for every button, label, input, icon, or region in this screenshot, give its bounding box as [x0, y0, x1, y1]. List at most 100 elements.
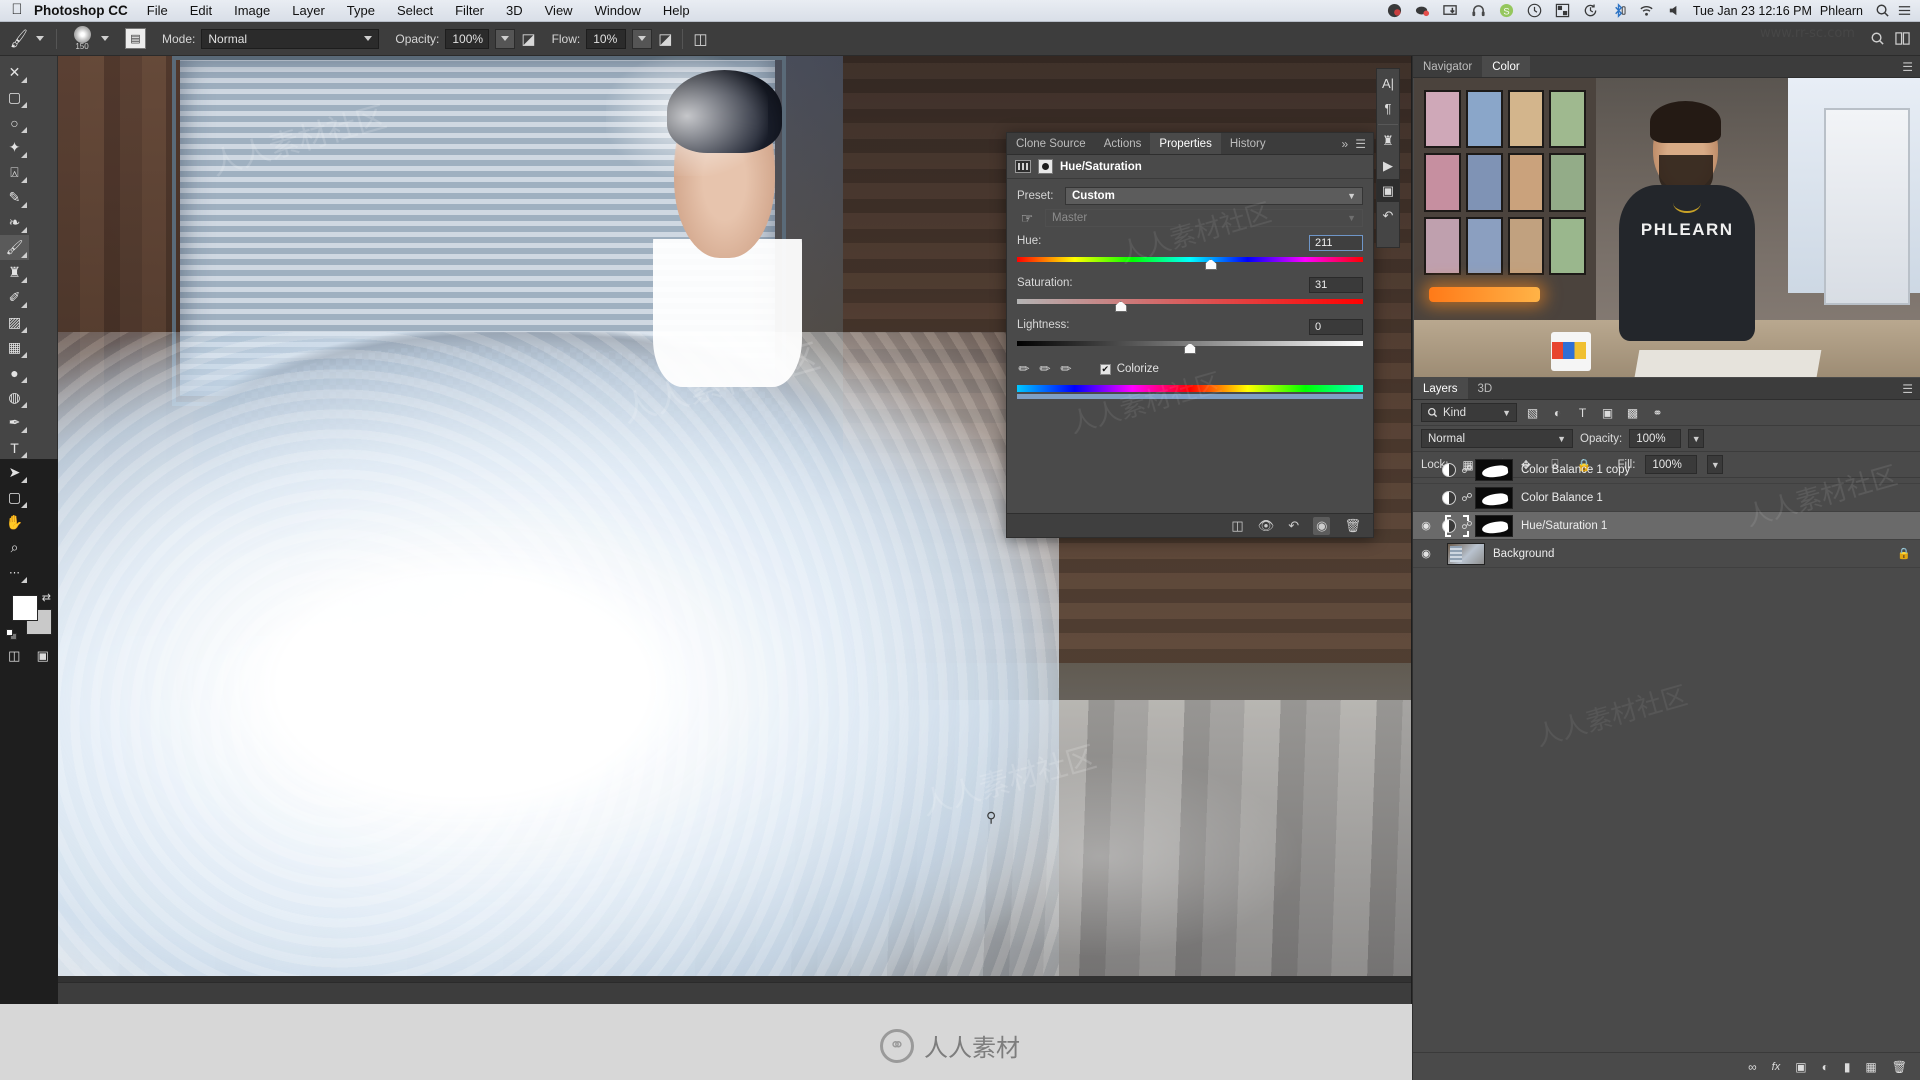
clone-stamp-tool[interactable]: ♜: [0, 260, 29, 285]
list-icon[interactable]: [1897, 3, 1912, 18]
table-row[interactable]: ◉ ☍ Hue/Saturation 1: [1413, 512, 1920, 540]
layer-name[interactable]: Color Balance 1: [1521, 492, 1603, 504]
tool-preset-group[interactable]: 🖌: [0, 28, 52, 50]
toggle-visibility-icon[interactable]: ◉: [1313, 516, 1331, 535]
layer-thumbnail[interactable]: [1447, 542, 1485, 565]
quick-mask-icon[interactable]: ◫: [2, 647, 26, 665]
link-layers-icon[interactable]: ∞: [1748, 1060, 1757, 1074]
reset-icon[interactable]: ↶: [1288, 518, 1299, 534]
color-spectrum-bar[interactable]: [1017, 385, 1363, 392]
eraser-tool[interactable]: ▨: [0, 310, 29, 335]
path-selection-tool[interactable]: ➤: [0, 460, 29, 485]
healing-brush-tool[interactable]: ❧: [0, 210, 29, 235]
menubar-clock[interactable]: Tue Jan 23 12:16 PM: [1690, 4, 1815, 18]
channel-select[interactable]: Master ▼: [1045, 209, 1363, 227]
mode-select[interactable]: Normal: [201, 28, 380, 49]
menu-image[interactable]: Image: [223, 3, 281, 18]
brush-tool[interactable]: 🖌: [0, 235, 29, 260]
filter-pixel-icon[interactable]: ▧: [1523, 403, 1542, 422]
character-panel-icon[interactable]: A|: [1377, 72, 1399, 95]
properties-panel-icon[interactable]: ▣: [1377, 179, 1399, 202]
layer-filter-kind-select[interactable]: Kind ▼: [1421, 403, 1517, 422]
layer-locked-icon[interactable]: 🔒: [1897, 547, 1920, 560]
menu-3d[interactable]: 3D: [495, 3, 534, 18]
timeline-panel-icon[interactable]: ▶: [1377, 154, 1399, 177]
layer-style-icon[interactable]: fx: [1772, 1061, 1781, 1073]
table-row[interactable]: ☍ Color Balance 1 copy: [1413, 456, 1920, 484]
menu-layer[interactable]: Layer: [281, 3, 336, 18]
filter-adjustment-icon[interactable]: ◐: [1548, 403, 1567, 422]
eyedropper-subtract-icon[interactable]: ✎: [1057, 359, 1076, 378]
blend-mode-select[interactable]: Normal ▼: [1421, 429, 1573, 448]
colorize-checkbox-wrap[interactable]: ✔ Colorize: [1099, 363, 1159, 375]
airbrush-icon[interactable]: ◪: [658, 30, 672, 48]
paragraph-panel-icon[interactable]: ¶: [1377, 97, 1399, 120]
hue-slider[interactable]: [1017, 256, 1363, 270]
adjustment-preset-icon[interactable]: [1015, 160, 1031, 173]
layer-mask-thumbnail[interactable]: [1475, 458, 1513, 481]
panel-menu-icon[interactable]: ☰: [1902, 378, 1920, 399]
lasso-tool[interactable]: ○: [0, 110, 29, 135]
preset-select[interactable]: Custom ▼: [1065, 187, 1363, 205]
marquee-tool[interactable]: ▢: [0, 85, 29, 110]
lightness-input[interactable]: 0: [1309, 319, 1363, 335]
apple-menu-icon[interactable]: : [0, 1, 34, 20]
menu-view[interactable]: View: [534, 3, 584, 18]
history-panel-icon[interactable]: ↶: [1377, 204, 1399, 227]
brush-preset-group[interactable]: 150: [61, 25, 117, 52]
skype-icon[interactable]: S: [1499, 3, 1514, 18]
dodge-tool[interactable]: ◍: [0, 385, 29, 410]
table-row[interactable]: ☍ Color Balance 1: [1413, 484, 1920, 512]
default-colors-icon[interactable]: [6, 629, 18, 641]
tab-history[interactable]: History: [1221, 133, 1275, 154]
lightness-slider[interactable]: [1017, 340, 1363, 354]
panel-menu-icon[interactable]: ☰: [1355, 137, 1366, 151]
eyedropper-icon[interactable]: ✎: [1015, 359, 1034, 378]
saturation-input[interactable]: 31: [1309, 277, 1363, 293]
clock-icon[interactable]: [1527, 3, 1542, 18]
flow-dropdown[interactable]: [632, 28, 653, 49]
layer-mask-thumbnail[interactable]: [1475, 514, 1513, 537]
colorize-checkbox[interactable]: ✔: [1099, 363, 1111, 375]
tab-3d[interactable]: 3D: [1468, 378, 1503, 399]
zoom-tool[interactable]: ⌕: [0, 535, 29, 560]
timemachine-icon[interactable]: [1583, 3, 1598, 18]
opacity-input[interactable]: 100%: [445, 28, 490, 49]
history-brush-tool[interactable]: ✐: [0, 285, 29, 310]
chevron-down-icon[interactable]: [36, 36, 44, 41]
chevron-down-icon[interactable]: [101, 36, 109, 41]
clone-source-panel-icon[interactable]: ♜: [1377, 129, 1399, 152]
menu-edit[interactable]: Edit: [179, 3, 223, 18]
cloud-sync-icon[interactable]: [1415, 3, 1430, 18]
search-icon[interactable]: [1870, 31, 1885, 46]
pressure-opacity-icon[interactable]: ◪: [521, 30, 535, 48]
smoothing-icon[interactable]: ◫: [693, 30, 707, 48]
magic-wand-tool[interactable]: ✦: [0, 135, 29, 160]
brush-settings-group[interactable]: ▤: [117, 28, 154, 49]
gradient-tool[interactable]: ▦: [0, 335, 29, 360]
layer-visibility-toggle[interactable]: ◉: [1413, 547, 1439, 560]
filter-shape-icon[interactable]: ▣: [1598, 403, 1617, 422]
edit-toolbar-tool[interactable]: ⋯: [0, 560, 29, 585]
shape-tool[interactable]: ▢: [0, 485, 29, 510]
swap-colors-icon[interactable]: ⇄: [42, 591, 51, 604]
move-tool[interactable]: ✕: [0, 60, 29, 85]
panel-menu-icon[interactable]: ☰: [1902, 56, 1920, 77]
blur-tool[interactable]: ●: [0, 360, 29, 385]
menu-filter[interactable]: Filter: [444, 3, 495, 18]
layer-name[interactable]: Hue/Saturation 1: [1521, 520, 1607, 532]
filter-smart-icon[interactable]: ▩: [1623, 403, 1642, 422]
new-group-icon[interactable]: ▮: [1844, 1060, 1851, 1074]
filter-type-icon[interactable]: T: [1573, 403, 1592, 422]
layer-mask-thumbnail[interactable]: [1475, 486, 1513, 509]
arrange-icon[interactable]: [1895, 31, 1910, 46]
saturation-slider[interactable]: [1017, 298, 1363, 312]
volume-icon[interactable]: [1667, 3, 1682, 18]
layer-adjustment-icon[interactable]: [1439, 488, 1459, 508]
brush-tool-icon[interactable]: 🖌: [7, 26, 32, 51]
layer-adjustment-icon[interactable]: [1439, 460, 1459, 480]
tablet-icon[interactable]: ▤: [125, 28, 146, 49]
bluetooth-icon[interactable]: [1611, 3, 1626, 18]
delete-icon[interactable]: 🗑: [1344, 518, 1361, 534]
wifi-icon[interactable]: [1639, 3, 1654, 18]
